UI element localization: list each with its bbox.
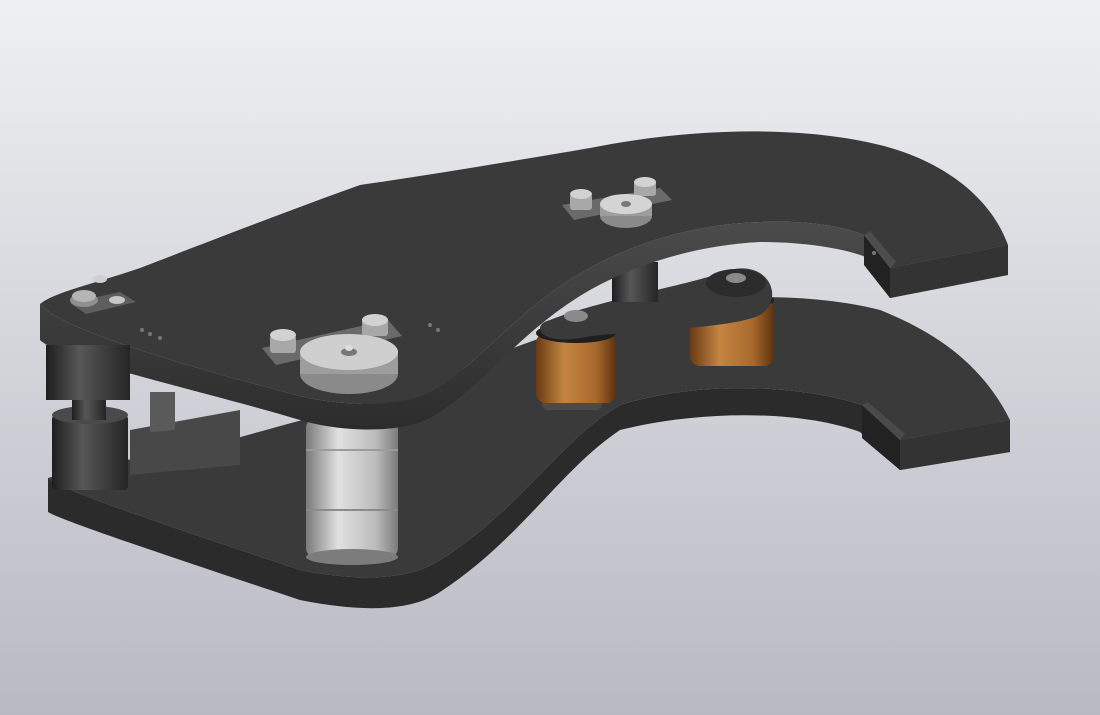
cad-model-render bbox=[0, 0, 1100, 715]
bronze-roller-left bbox=[536, 333, 616, 403]
front-spacer-lower bbox=[52, 398, 128, 490]
cad-viewport[interactable] bbox=[0, 0, 1100, 715]
front-spacer-upper bbox=[46, 345, 130, 400]
center-pivot-cylinder bbox=[306, 418, 398, 565]
